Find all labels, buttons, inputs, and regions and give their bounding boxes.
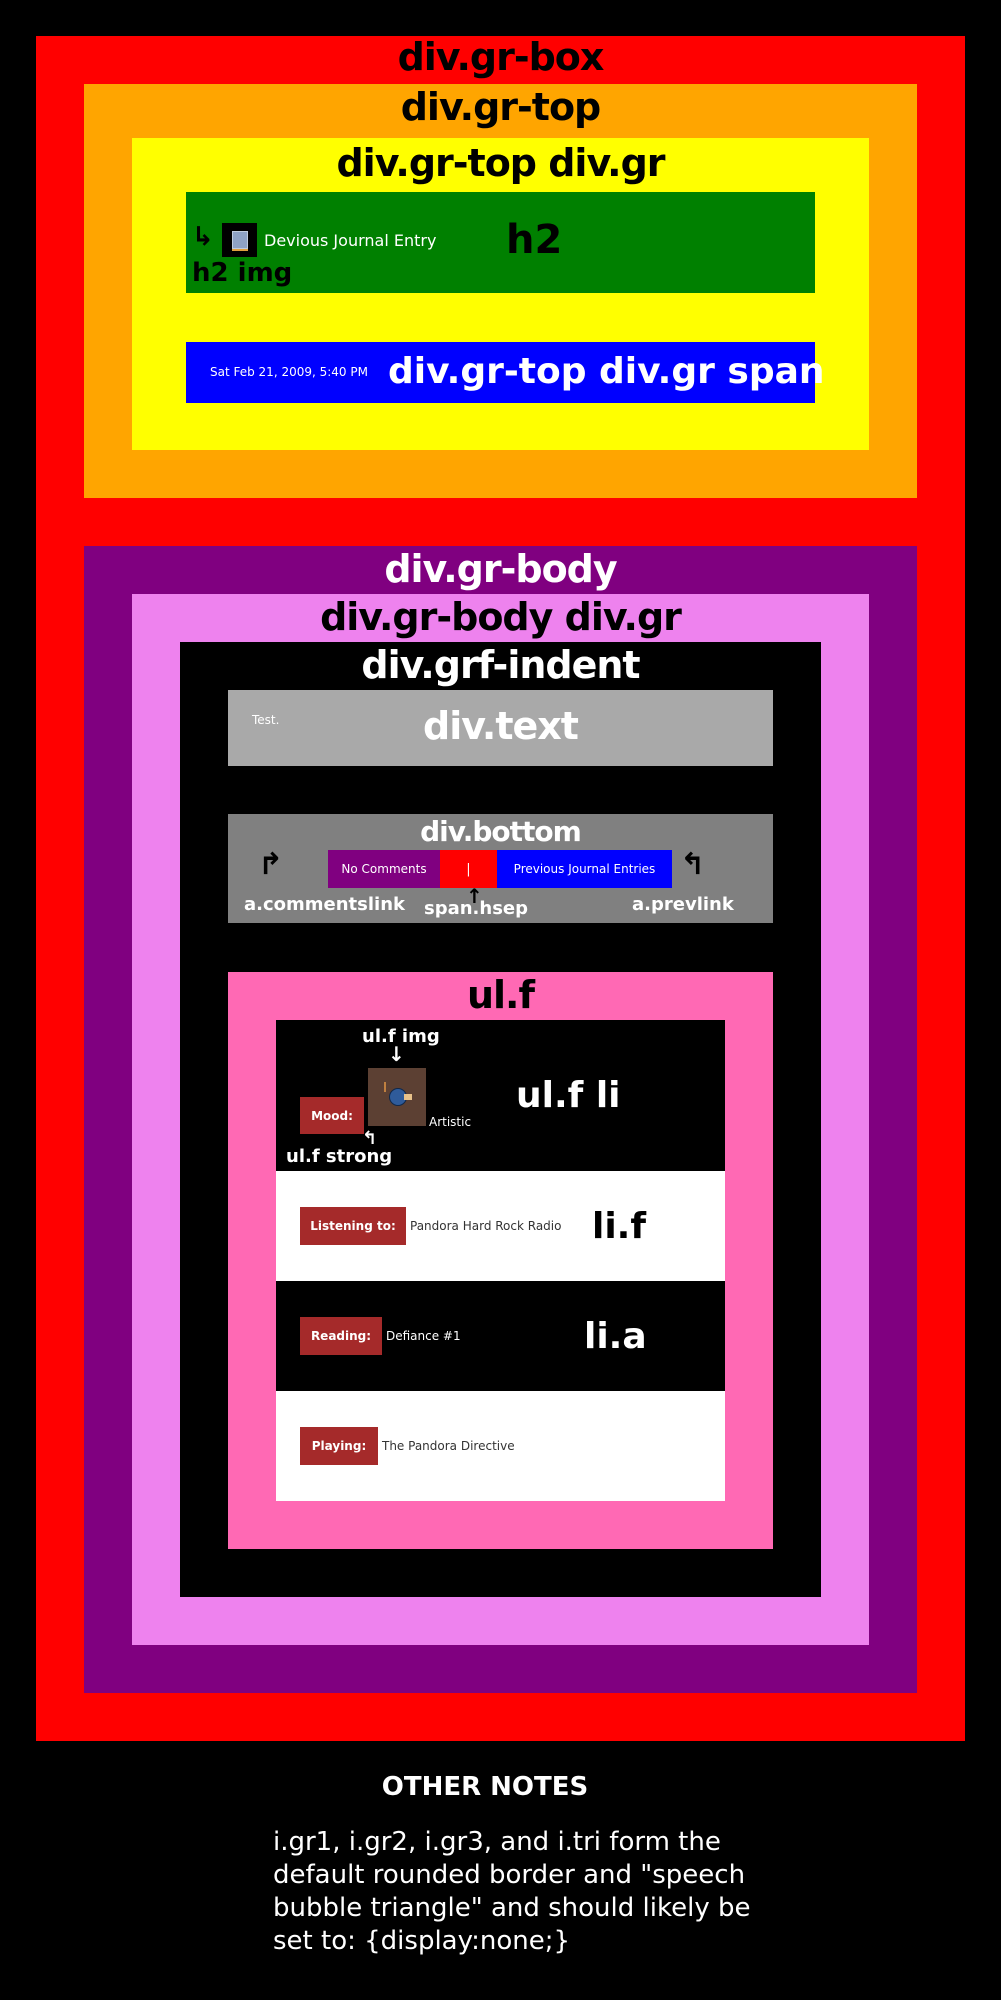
div-bottom-label: div.bottom bbox=[420, 815, 582, 848]
arrow-right-icon: ↳ bbox=[192, 222, 214, 252]
gr-body-gr-label: div.gr-body div.gr bbox=[320, 595, 682, 639]
hsep-label: span.hsep bbox=[424, 898, 529, 919]
gr-top-gr-region: div.gr-top div.gr bbox=[132, 138, 869, 450]
field-value: The Pandora Directive bbox=[382, 1439, 515, 1453]
gr-top-span-label: div.gr-top div.gr span bbox=[388, 351, 825, 392]
gr-top-label: div.gr-top bbox=[400, 85, 602, 129]
gr-top-gr-label: div.gr-top div.gr bbox=[336, 141, 665, 185]
field-value: Pandora Hard Rock Radio bbox=[410, 1219, 562, 1233]
field-label: Listening to: bbox=[300, 1207, 406, 1245]
arrow-right-icon: ↱ bbox=[258, 847, 284, 882]
li-f-label: li.f bbox=[592, 1206, 647, 1247]
notes-line: bubble triangle" and should likely be bbox=[273, 1893, 751, 1923]
notes-line: set to: {display:none;} bbox=[273, 1926, 571, 1956]
entry-timestamp: Sat Feb 21, 2009, 5:40 PM bbox=[210, 365, 368, 379]
field-label: Reading: bbox=[300, 1317, 382, 1355]
ul-f-li-label: ul.f li bbox=[516, 1075, 621, 1116]
commentslink-label: a.commentslink bbox=[244, 894, 405, 915]
artistic-mood-icon bbox=[368, 1068, 426, 1126]
arrow-down-icon: ↓ bbox=[388, 1042, 405, 1066]
div-text-label: div.text bbox=[423, 704, 579, 748]
grf-indent-label: div.grf-indent bbox=[361, 643, 640, 687]
li-a-label: li.a bbox=[584, 1316, 647, 1357]
ul-f-label: ul.f bbox=[466, 973, 535, 1017]
entry-title[interactable]: Devious Journal Entry bbox=[264, 233, 436, 249]
div-bottom-region: div.bottom No Comments | Previous Journa… bbox=[228, 814, 773, 923]
div-text-region: Test. div.text bbox=[228, 690, 773, 766]
prevlink-label: a.prevlink bbox=[632, 894, 734, 915]
ul-f-strong-label: ul.f strong bbox=[286, 1146, 393, 1167]
field-row-mood: ul.f img ↓ Mood: Artistic ul.f li ↰ ul.f… bbox=[276, 1020, 725, 1171]
field-row-listening: Listening to: Pandora Hard Rock Radio li… bbox=[276, 1171, 725, 1281]
journal-icon bbox=[222, 223, 257, 257]
prev-link[interactable]: Previous Journal Entries bbox=[497, 850, 672, 888]
notes-heading: OTHER NOTES bbox=[381, 1772, 589, 1802]
arrow-left-icon: ↰ bbox=[680, 847, 706, 882]
h2-img-label: h2 img bbox=[192, 258, 293, 288]
comments-link[interactable]: No Comments bbox=[328, 850, 440, 888]
gr-box-label: div.gr-box bbox=[397, 35, 605, 79]
field-row-playing: Playing: The Pandora Directive bbox=[276, 1391, 725, 1501]
field-value: Artistic bbox=[429, 1115, 472, 1129]
h2-label: h2 bbox=[506, 217, 563, 263]
field-label: Playing: bbox=[300, 1427, 378, 1465]
notes-body: i.gr1, i.gr2, i.gr3, and i.tri form the … bbox=[273, 1826, 750, 1958]
field-row-reading: Reading: Defiance #1 li.a bbox=[276, 1281, 725, 1391]
notes-line: i.gr1, i.gr2, i.gr3, and i.tri form the bbox=[273, 1827, 721, 1857]
h2-region: ↳ Devious Journal Entry h2 h2 img bbox=[186, 192, 815, 293]
gr-top-span-region: Sat Feb 21, 2009, 5:40 PM div.gr-top div… bbox=[186, 342, 825, 403]
field-label: Mood: bbox=[300, 1097, 364, 1134]
field-value: Defiance #1 bbox=[386, 1329, 461, 1343]
notes-line: default rounded border and "speech bbox=[273, 1860, 746, 1890]
gr-body-label: div.gr-body bbox=[384, 547, 617, 591]
hsep: | bbox=[440, 850, 497, 888]
